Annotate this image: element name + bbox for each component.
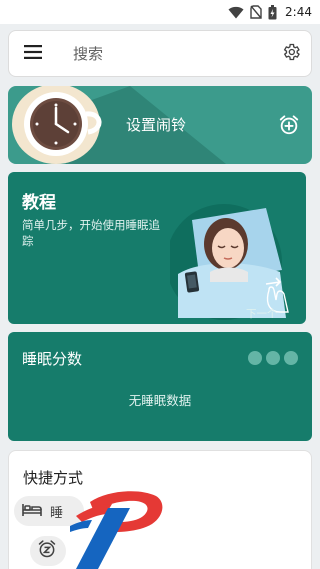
- bed-icon: [22, 502, 42, 521]
- set-alarm-label: 设置闹铃: [126, 116, 187, 134]
- next-button[interactable]: 下一个: [246, 306, 278, 321]
- menu-button[interactable]: [9, 30, 57, 77]
- set-alarm-card[interactable]: 设置闹铃: [8, 86, 312, 164]
- alarm-shortcut-chip[interactable]: [30, 536, 66, 566]
- search-input[interactable]: [57, 31, 271, 76]
- alarm-snooze-icon: [37, 539, 57, 563]
- alarm-add-icon[interactable]: [278, 114, 300, 140]
- gear-icon: [281, 42, 301, 66]
- sleep-score-card[interactable]: 睡眠分数 无睡眠数据: [8, 332, 312, 441]
- no-sim-icon: [250, 5, 262, 19]
- status-bar: 2:44: [0, 0, 320, 24]
- battery-icon: [268, 4, 277, 20]
- shortcuts-title: 快捷方式: [23, 469, 84, 487]
- menu-icon: [24, 44, 42, 63]
- sleep-score-title: 睡眠分数: [22, 350, 83, 368]
- tutorial-title: 教程: [22, 193, 56, 213]
- coffee-cup-illustration: [12, 86, 102, 164]
- search-bar: [8, 30, 312, 77]
- settings-button[interactable]: [271, 30, 311, 77]
- sleeping-woman-illustration: [170, 204, 289, 320]
- wifi-icon: [228, 6, 244, 19]
- watermark-logo: [70, 491, 163, 569]
- page-dot: [266, 351, 280, 365]
- no-sleep-data-text: 无睡眠数据: [128, 393, 192, 408]
- status-time: 2:44: [285, 5, 312, 19]
- page-indicator: [248, 351, 298, 365]
- tutorial-description: 简单几步，开始使用睡眠追踪: [22, 218, 160, 248]
- tutorial-card[interactable]: 教程 简单几步，开始使用睡眠追踪 下一个: [8, 172, 306, 324]
- sleep-shortcut-label: 睡: [50, 505, 64, 521]
- page-dot: [248, 351, 262, 365]
- page-dot: [284, 351, 298, 365]
